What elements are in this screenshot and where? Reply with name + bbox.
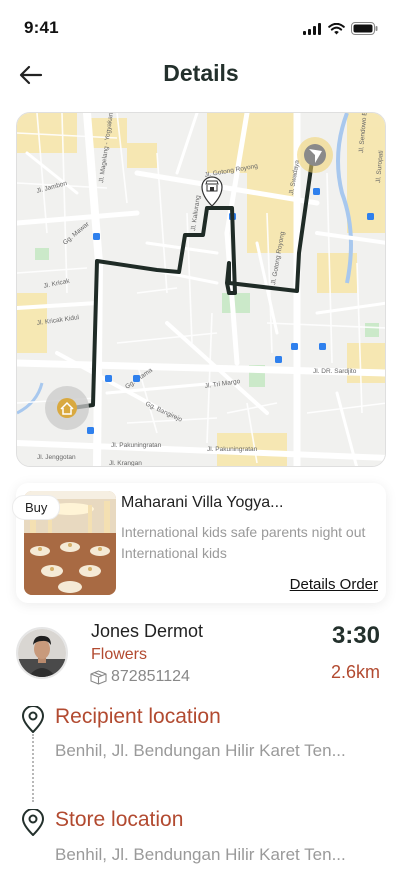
map-street-label: Jl. Krangan [109, 460, 142, 467]
home-map-marker[interactable] [45, 386, 89, 430]
order-title: Maharani Villa Yogya... [121, 494, 284, 511]
navigation-marker[interactable] [297, 137, 333, 173]
recipient-location-title: Recipient location [55, 705, 221, 728]
route-map[interactable]: Jl. Magelang - Yogyakarta Jl. Gotong Roy… [16, 112, 386, 467]
wifi-icon [328, 22, 345, 34]
package-icon [90, 669, 107, 685]
header: Details [0, 54, 402, 98]
courier-category: Flowers [91, 646, 148, 663]
courier-id-row: 872851124 [90, 668, 190, 686]
store-location-address: Benhil, Jl. Bendungan Hilir Karet Ten... [55, 845, 346, 864]
signal-icon [303, 22, 321, 35]
store-pin-icon [22, 809, 44, 836]
eta-distance: 2.6km [330, 662, 380, 682]
status-time: 9:41 [24, 18, 59, 37]
recipient-pin-icon [22, 706, 44, 733]
route-connector [32, 734, 34, 802]
battery-icon [351, 22, 378, 35]
status-bar: 9:41 [0, 0, 402, 54]
map-street-label: Jl. DR. Sardjito [313, 368, 357, 375]
details-order-link[interactable]: Details Order [290, 576, 378, 593]
store-location-title: Store location [55, 808, 184, 831]
map-street-label: Jl. Jenggotan [37, 454, 76, 461]
order-description: International kids safe parents night ou… [121, 524, 366, 561]
recipient-location-address: Benhil, Jl. Bendungan Hilir Karet Ten... [55, 741, 346, 760]
map-street-label: Jl. Pakuningratan [111, 442, 162, 449]
courier-name: Jones Dermot [91, 621, 204, 641]
courier-avatar [16, 627, 68, 679]
status-icons [303, 22, 378, 35]
eta-time: 3:30 [331, 622, 380, 649]
map-street-label: Jl. Pakuningratan [207, 446, 258, 453]
buy-badge: Buy [12, 495, 61, 520]
courier-id: 872851124 [111, 668, 190, 685]
page-title: Details [163, 60, 239, 86]
